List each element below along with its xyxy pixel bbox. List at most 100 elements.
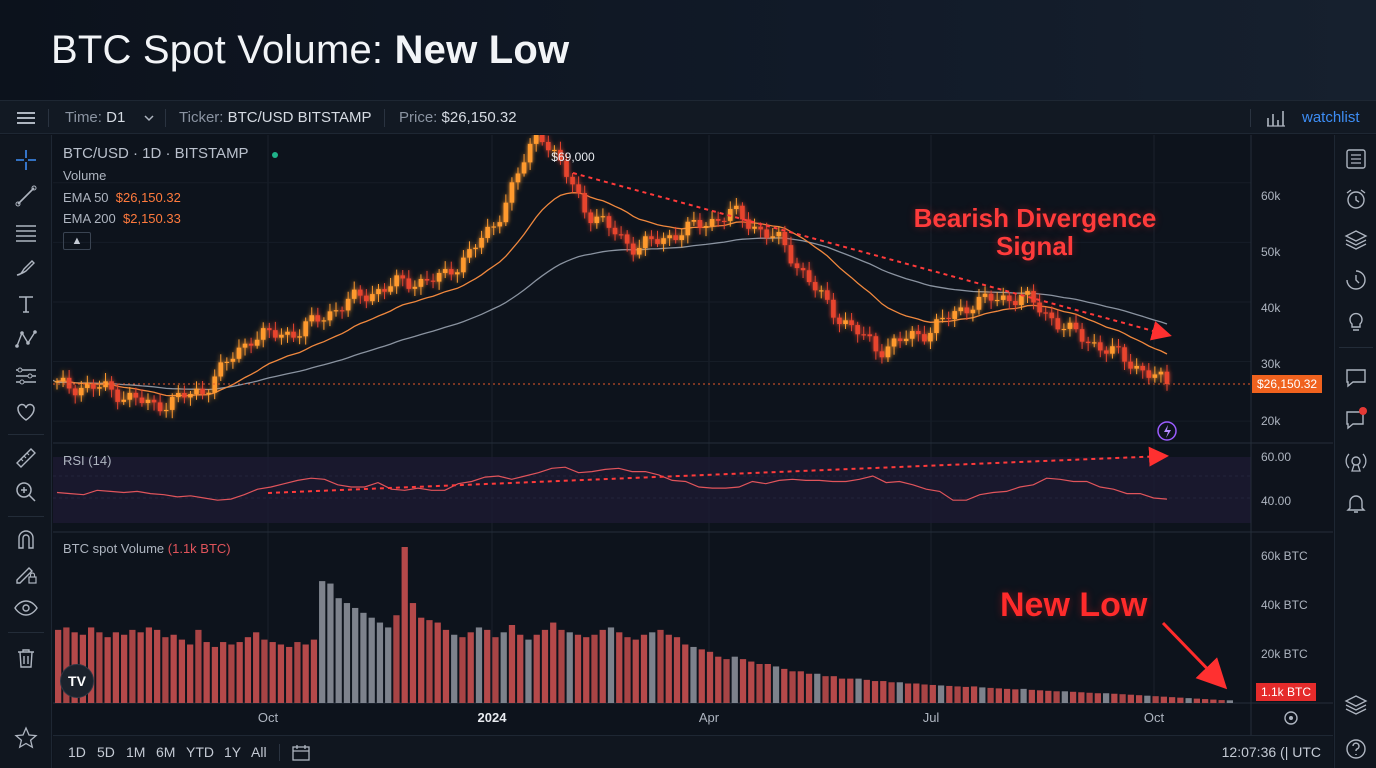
bell-icon[interactable]: [1342, 489, 1370, 517]
candle-body: [600, 216, 606, 218]
star-icon[interactable]: [12, 724, 40, 752]
range-1m-button[interactable]: 1M: [126, 736, 145, 768]
title-emphasis: New Low: [394, 28, 570, 72]
candle-body: [539, 135, 545, 142]
hamburger-menu-icon[interactable]: [12, 104, 40, 132]
candle-body: [139, 397, 145, 403]
candle-body: [370, 294, 375, 302]
fib-retracement-icon[interactable]: [12, 218, 40, 246]
right-sidebar: [1334, 135, 1376, 768]
range-all-button[interactable]: All: [251, 736, 267, 768]
trash-icon[interactable]: [12, 644, 40, 672]
candle-body: [327, 311, 333, 321]
volume-bar: [558, 629, 565, 703]
candle-body: [861, 334, 867, 336]
range-1y-button[interactable]: 1Y: [224, 736, 241, 768]
volume-bar: [1069, 691, 1077, 703]
candle-body: [588, 212, 594, 224]
ema200-value: $2,150.33: [123, 211, 181, 226]
toolbar-divider: [165, 109, 166, 127]
candle-body: [922, 334, 927, 342]
range-5d-button[interactable]: 5D: [97, 736, 115, 768]
heart-icon[interactable]: [12, 398, 40, 426]
volume-bar: [591, 634, 598, 703]
volume-bar: [764, 664, 771, 703]
timeframe-label: Time:: [65, 109, 102, 126]
zoom-in-icon[interactable]: [12, 478, 40, 506]
candle-body: [72, 388, 78, 396]
range-6m-button[interactable]: 6M: [156, 736, 175, 768]
candle-body: [418, 278, 424, 287]
ticker-selector[interactable]: Ticker: BTC/USD BITSTAMP: [179, 101, 372, 135]
volume-bar: [1144, 695, 1151, 703]
volume-bar: [244, 637, 252, 703]
candle-body: [394, 275, 399, 287]
volume-bar: [261, 639, 268, 703]
lock-drawing-icon[interactable]: [12, 560, 40, 588]
volume-bar: [979, 687, 986, 703]
time-axis-settings-icon[interactable]: [1284, 711, 1298, 725]
candle-body: [1043, 312, 1048, 314]
volume-bar: [748, 661, 755, 703]
ruler-icon[interactable]: [12, 444, 40, 472]
chat-icon[interactable]: [1342, 364, 1370, 392]
chart-bars-icon[interactable]: [1262, 104, 1290, 132]
volume-bar: [409, 603, 417, 703]
eye-icon[interactable]: [12, 594, 40, 622]
notification-chat-icon[interactable]: [1342, 404, 1370, 432]
range-1d-button[interactable]: 1D: [68, 736, 86, 768]
collapse-legend-button[interactable]: ▲: [63, 232, 91, 250]
timeframe-selector[interactable]: Time: D1: [65, 101, 155, 135]
volume-bar: [624, 637, 631, 703]
calendar-icon[interactable]: [291, 743, 311, 763]
candle-body: [351, 289, 357, 299]
volume-bar: [154, 629, 161, 703]
headline-banner: BTC Spot Volume: New Low: [0, 0, 1376, 100]
help-icon[interactable]: [1342, 735, 1370, 763]
volume-bar: [1185, 698, 1192, 703]
volume-bar: [896, 682, 903, 703]
candle-body: [1055, 318, 1061, 330]
tradingview-logo[interactable]: TV: [60, 664, 94, 698]
history-icon[interactable]: [1342, 266, 1370, 294]
candle-body: [188, 393, 193, 398]
trend-line-icon[interactable]: [12, 182, 40, 210]
range-ytd-button[interactable]: YTD: [186, 736, 214, 768]
candle-body: [867, 334, 873, 337]
list-icon[interactable]: [1342, 145, 1370, 173]
rsi-band: [53, 457, 1251, 523]
candle-body: [746, 219, 751, 229]
candle-body: [630, 243, 636, 255]
text-icon[interactable]: [12, 290, 40, 318]
volume-bar: [1061, 691, 1068, 703]
alarm-clock-icon[interactable]: [1342, 185, 1370, 213]
new-low-annotation: New Low: [1000, 586, 1148, 624]
bottom-toolbar: 1D 5D 1M 6M YTD 1Y All 12:07:36 (| UTC: [53, 735, 1333, 768]
watchlist-link[interactable]: watchlist: [1302, 101, 1360, 135]
brush-icon[interactable]: [12, 254, 40, 282]
candle-body: [976, 296, 982, 310]
measure-lines-icon[interactable]: [12, 362, 40, 390]
chart-area[interactable]: BTC/USD · 1D · BITSTAMP Volume EMA 50 $2…: [53, 135, 1333, 735]
candle-body: [467, 249, 472, 258]
volume-bar: [599, 629, 606, 703]
volume-bar: [1226, 700, 1233, 703]
magnet-icon[interactable]: [12, 526, 40, 554]
candle-body: [546, 141, 551, 151]
volume-bar: [682, 644, 689, 703]
candle-body: [109, 381, 114, 390]
candle-body: [934, 319, 939, 334]
candle-body: [376, 289, 381, 295]
candle-body: [321, 320, 327, 322]
candle-body: [527, 143, 533, 163]
pattern-icon[interactable]: [12, 326, 40, 354]
lightbulb-icon[interactable]: [1342, 307, 1370, 335]
stack-icon[interactable]: [1342, 691, 1370, 719]
candle-body: [279, 334, 284, 338]
clock-display[interactable]: 12:07:36 (| UTC: [1222, 736, 1321, 768]
layers-icon[interactable]: [1342, 226, 1370, 254]
crosshair-icon[interactable]: [12, 146, 40, 174]
candle-body: [291, 331, 296, 338]
broadcast-icon[interactable]: [1342, 448, 1370, 476]
candle-body: [406, 278, 412, 289]
